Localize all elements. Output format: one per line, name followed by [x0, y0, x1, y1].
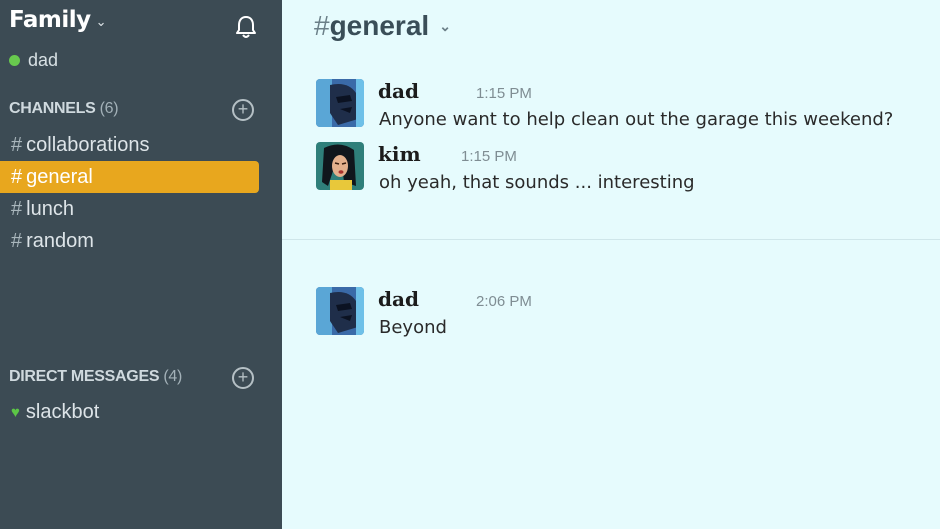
avatar-kim[interactable] [316, 142, 364, 190]
sidebar: Family ⌄ dad CHANNELS (6) + # collaborat… [0, 0, 282, 529]
team-name: Family [9, 7, 91, 33]
direct-messages-heading[interactable]: DIRECT MESSAGES (4) [9, 368, 182, 386]
chevron-down-icon: ⌄ [439, 17, 451, 34]
team-menu[interactable]: Family ⌄ [9, 7, 107, 33]
hash-icon: # [11, 133, 23, 156]
channel-item-lunch[interactable]: # lunch [0, 193, 259, 225]
dm-label: slackbot [25, 401, 100, 423]
channel-label: random [26, 229, 94, 252]
message-author[interactable]: dad [378, 79, 419, 103]
direct-messages-heading-label: DIRECT MESSAGES [9, 368, 160, 385]
hash-icon: # [11, 229, 23, 252]
avatar-dad[interactable] [316, 79, 364, 127]
message-text: oh yeah, that sounds ... interesting [379, 172, 695, 193]
divider [282, 239, 940, 240]
current-user[interactable]: dad [9, 50, 58, 71]
channel-title[interactable]: #general ⌄ [314, 10, 451, 42]
hash-icon: # [11, 165, 23, 188]
add-direct-message-button[interactable]: + [232, 367, 254, 389]
channel-title-name: general [329, 10, 430, 41]
current-user-name: dad [28, 50, 59, 70]
message-author[interactable]: kim [378, 142, 421, 166]
message-text: Anyone want to help clean out the garage… [379, 109, 894, 130]
message-timestamp[interactable]: 1:15 PM [461, 148, 517, 165]
message-timestamp[interactable]: 2:06 PM [476, 293, 532, 310]
channel-label: general [26, 165, 93, 188]
channel-item-general[interactable]: # general [0, 161, 259, 193]
avatar-dad[interactable] [316, 287, 364, 335]
channels-count: (6) [99, 100, 119, 117]
chevron-down-icon: ⌄ [95, 14, 107, 29]
channel-label: lunch [26, 197, 74, 220]
direct-messages-count: (4) [163, 368, 183, 385]
hash-icon: # [11, 197, 23, 220]
channel-label: collaborations [26, 133, 150, 156]
message-author[interactable]: dad [378, 287, 419, 311]
message-pane: #general ⌄ dad 1:15 PM Anyone want to he… [282, 0, 940, 529]
message-timestamp[interactable]: 1:15 PM [476, 85, 532, 102]
dm-item-slackbot[interactable]: ♥ slackbot [11, 401, 99, 424]
channels-heading[interactable]: CHANNELS (6) [9, 100, 119, 118]
bell-icon[interactable] [232, 13, 260, 41]
channel-title-hash: # [314, 10, 330, 41]
add-channel-button[interactable]: + [232, 99, 254, 121]
channel-item-collaborations[interactable]: # collaborations [0, 129, 259, 161]
message-text: Beyond [379, 317, 447, 338]
heart-icon: ♥ [11, 404, 20, 421]
channels-heading-label: CHANNELS [9, 100, 96, 117]
presence-dot [9, 55, 20, 66]
channel-item-random[interactable]: # random [0, 225, 259, 257]
